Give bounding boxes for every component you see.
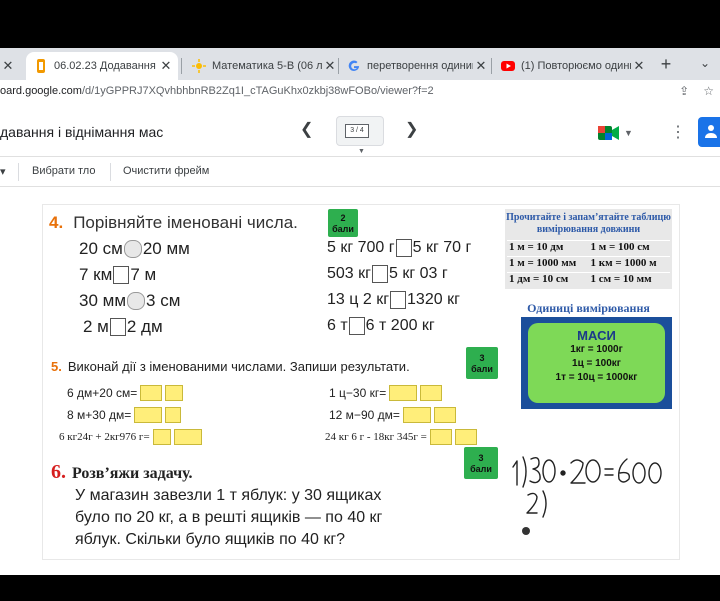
handwritten-answer[interactable] [479, 441, 679, 559]
answer-box[interactable] [152, 429, 171, 445]
task-6: 6. Розв’яжи задачу. 3 бали У магазин завез… [43, 447, 498, 561]
meet-button[interactable]: ▼ [598, 122, 638, 144]
compare-row: 6 т6 т 200 кг [327, 317, 435, 335]
url-text[interactable]: oard.google.com/d/1yGPPRJ7XQvhbhbnRB2Zq1… [0, 85, 434, 97]
meet-icon [598, 126, 619, 140]
new-tab-button[interactable]: + [656, 54, 676, 74]
exercise: 6 кг24г + 2кг976 г= [59, 429, 202, 445]
jamboard-canvas[interactable]: 4. Порівняйте іменовані числа. 2 бали 20 с… [0, 187, 720, 575]
answer-box[interactable] [140, 385, 163, 401]
task-5: 5. Виконай дії з іменованими числами. Зап… [43, 347, 498, 447]
share-page-icon[interactable]: ⇪ [679, 84, 689, 98]
exercise: 1 ц−30 кг= [329, 385, 443, 401]
frame-indicator: 3 / 4 [345, 124, 369, 138]
points-badge: 3 бали [466, 347, 498, 379]
answer-box[interactable] [371, 265, 388, 283]
exercise: 24 кг 6 г - 18кг 345г = [325, 429, 477, 445]
units-title: Одиниці вимірювання [527, 301, 650, 315]
close-icon[interactable]: ✕ [473, 58, 489, 74]
mass-units-card: МАСИ 1кг = 1000г 1ц = 100кг 1т = 10ц = 1… [521, 317, 672, 409]
answer-box[interactable] [109, 318, 126, 336]
google-icon [347, 59, 361, 73]
exercise: 6 дм+20 см= [67, 385, 184, 401]
exercise: 8 м+30 дм= [67, 407, 182, 423]
answer-box[interactable] [420, 385, 443, 401]
frame-bar-toggle[interactable]: 3 / 4 ▼ [336, 116, 384, 155]
task-6-text: У магазин завезли 1 т яблук: у 30 ящиках… [75, 487, 383, 548]
jam-frame[interactable]: 4. Порівняйте іменовані числа. 2 бали 20 с… [42, 204, 680, 560]
chevron-down-icon: ▼ [358, 148, 365, 155]
tab-title: 06.02.23 Додавання і від [54, 60, 158, 72]
answer-box[interactable] [433, 407, 456, 423]
close-icon[interactable]: ✕ [631, 58, 647, 74]
task-5-heading: 5. Виконай дії з іменованими числами. Зап… [51, 359, 410, 374]
tab-search-icon[interactable]: ⌄ [700, 56, 710, 70]
previous-frame-chevron-icon[interactable]: ❮ [300, 119, 313, 139]
youtube-icon [501, 59, 515, 73]
task-6-heading: 6. Розв’яжи задачу. [51, 461, 193, 483]
jamboard-toolbar: ▾ Вибрати тло Очистити фрейм [0, 157, 720, 187]
add-person-icon [705, 125, 717, 138]
answer-box[interactable] [173, 429, 202, 445]
answer-box[interactable] [165, 385, 184, 401]
jamboard-header: давання і віднімання мас ❮ 3 / 4 ▼ ❯ ▼ ⋮ [0, 105, 720, 157]
address-bar[interactable]: oard.google.com/d/1yGPPRJ7XQvhbhbnRB2Zq1… [0, 80, 720, 105]
task-4-heading: 4. Порівняйте іменовані числа. [49, 213, 298, 232]
chevron-down-icon: ▼ [624, 128, 633, 138]
document-title[interactable]: давання і віднімання мас [0, 124, 163, 140]
answer-box[interactable] [123, 240, 142, 258]
points-badge: 2 бали [328, 209, 358, 237]
chevron-down-icon[interactable]: ▾ [0, 165, 6, 178]
table-row: 1 м = 10 дм 1 м = 100 см [507, 240, 670, 256]
tab-classroom[interactable]: Математика 5-В (06 лют ✕ [188, 52, 338, 80]
answer-box[interactable] [454, 429, 477, 445]
compare-row: 30 мм 3 см [79, 291, 181, 310]
close-icon[interactable]: ✕ [158, 58, 174, 74]
jamboard-icon [34, 59, 48, 73]
answer-box[interactable] [429, 429, 452, 445]
task-4: 4. Порівняйте іменовані числа. 2 бали 20 с… [43, 205, 498, 345]
screen-bottom-border [0, 575, 720, 601]
clear-frame-button[interactable]: Очистити фрейм [123, 165, 209, 177]
share-button[interactable] [698, 117, 720, 147]
close-icon[interactable]: ✕ [0, 58, 16, 74]
classroom-icon [192, 59, 206, 73]
compare-row: 503 кг 5 кг 03 г [327, 265, 448, 283]
answer-box[interactable] [165, 407, 182, 423]
length-units-table: Прочитайте і запам’ятайте таблицю вимірю… [505, 209, 672, 289]
compare-row: 5 кг 700 г5 кг 70 г [327, 239, 472, 257]
exercise: 12 м−90 дм= [329, 407, 456, 423]
compare-row: 7 км 7 м [79, 265, 157, 284]
tab-google-search[interactable]: перетворення одиниць ✕ [343, 52, 489, 80]
answer-box[interactable] [348, 317, 365, 335]
close-icon[interactable]: ✕ [322, 58, 338, 74]
tab-jamboard[interactable]: 06.02.23 Додавання і від ✕ [26, 52, 178, 80]
table-row: 1 дм = 10 см 1 см = 10 мм [507, 272, 670, 288]
answer-box[interactable] [390, 291, 407, 309]
answer-box[interactable] [395, 239, 412, 257]
tab-partial[interactable]: ✕ [0, 52, 22, 80]
reference-panel: Прочитайте і запам’ятайте таблицю вимірю… [505, 205, 675, 415]
tab-title: Математика 5-В (06 лют [212, 60, 322, 72]
tab-strip: ✕ 06.02.23 Додавання і від ✕ Математика … [0, 48, 720, 80]
compare-row: 13 ц 2 кг 1320 кг [327, 291, 460, 309]
next-frame-chevron-icon[interactable]: ❯ [405, 119, 418, 139]
tab-title: (1) Повторюємо одиниці [521, 60, 631, 72]
answer-box[interactable] [113, 266, 130, 284]
answer-box[interactable] [402, 407, 431, 423]
answer-box[interactable] [127, 292, 146, 310]
answer-box[interactable] [134, 407, 163, 423]
table-row: 1 м = 1000 мм 1 км = 1000 м [507, 256, 670, 272]
tab-youtube[interactable]: (1) Повторюємо одиниці ✕ [497, 52, 647, 80]
set-background-button[interactable]: Вибрати тло [32, 165, 95, 177]
compare-row: 20 см 20 мм [79, 239, 190, 258]
answer-box[interactable] [389, 385, 418, 401]
bookmark-star-icon[interactable]: ☆ [703, 84, 714, 98]
tab-title: перетворення одиниць [367, 60, 473, 72]
more-options-icon[interactable]: ⋮ [670, 122, 686, 142]
compare-row: 2 м2 дм [83, 317, 163, 336]
